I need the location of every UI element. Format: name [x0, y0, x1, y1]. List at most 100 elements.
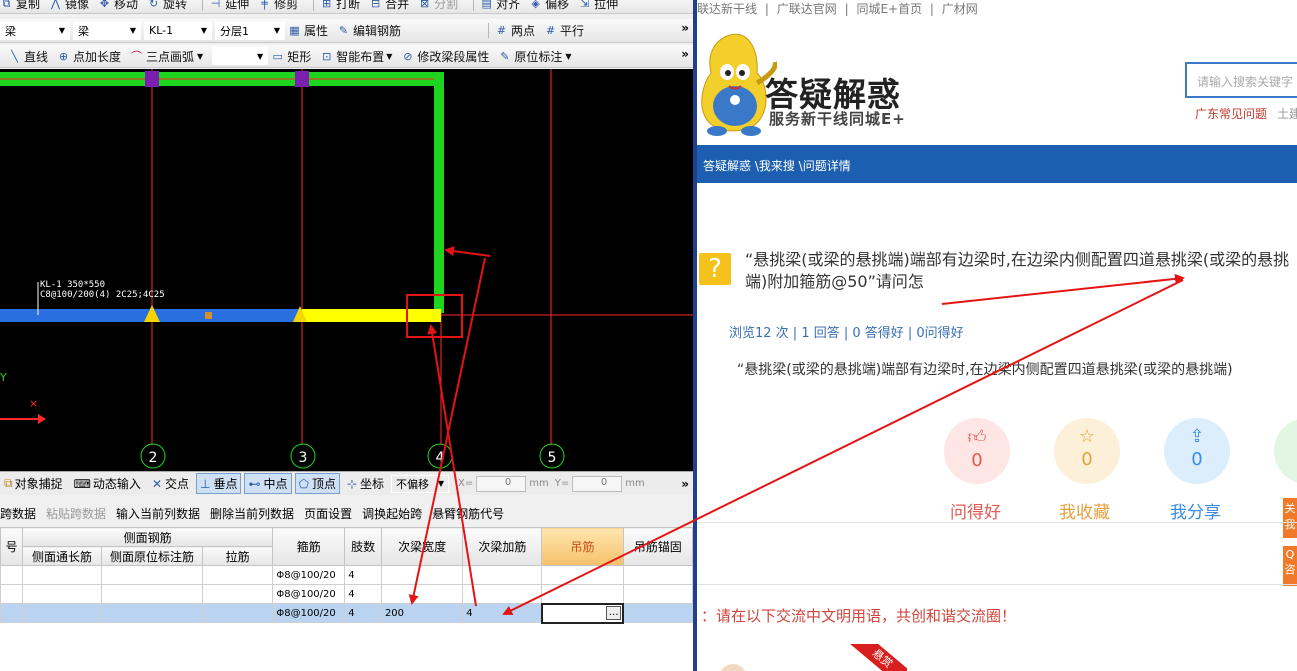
point-length-button[interactable]: ⊕ 点加长度	[57, 48, 121, 65]
breadcrumb[interactable]: 答疑解惑 \我来搜 \问题详情	[697, 145, 1297, 183]
col-header[interactable]: 侧面原位标注筋	[101, 546, 204, 566]
rect-button[interactable]: ▭ 矩形	[271, 48, 312, 65]
stirrup-cell[interactable]: Φ8@100/20	[272, 565, 346, 585]
overflow-icon[interactable]: »	[681, 477, 689, 491]
avatar[interactable]	[719, 664, 747, 671]
copy-button[interactable]: ⧉ 复制	[0, 0, 40, 12]
x-coordinate: X= 0 mm	[458, 475, 549, 492]
col-header-active[interactable]: 吊筋	[541, 527, 624, 566]
mirror-button[interactable]: ⋀ 镜像	[49, 0, 89, 12]
delete-column-button[interactable]: 删除当前列数据	[210, 505, 294, 522]
stirrup-cell[interactable]: Φ8@100/20	[272, 603, 346, 623]
intersection-button[interactable]: ✕ 交点	[148, 473, 193, 494]
paste-span-button[interactable]: 粘贴跨数据	[46, 505, 106, 522]
share-label[interactable]: 我分享	[1170, 498, 1221, 523]
cantilever-beam[interactable]	[302, 309, 441, 322]
arc-button[interactable]: ⌒ 三点画弧 ▼	[130, 48, 203, 65]
col-header[interactable]: 次梁加筋	[462, 527, 543, 566]
trim-button[interactable]: ╪ 修剪	[258, 0, 298, 12]
favorite-button[interactable]: ☆ 0	[1054, 418, 1120, 484]
span-data-button[interactable]: 跨数据	[0, 505, 36, 522]
like-label[interactable]: 问得好	[950, 498, 1001, 523]
line-button[interactable]: ╲ 直线	[8, 48, 48, 65]
object-snap-button[interactable]: ⧉ 对象捕捉	[0, 473, 67, 494]
smart-layout-button[interactable]: ⊡ 智能布置 ▼	[320, 48, 392, 65]
parallel-button[interactable]: # 平行	[544, 22, 584, 39]
nav-link[interactable]: 同城E+首页	[856, 2, 922, 16]
two-points-button[interactable]: # 两点	[495, 22, 535, 39]
midpoint-icon: ⊷	[248, 476, 261, 491]
type-select[interactable]: 梁 ▼	[73, 21, 141, 40]
share-button[interactable]: ⇪ 0	[1164, 418, 1230, 484]
search-input[interactable]: 请输入搜索关键字	[1185, 62, 1297, 98]
vertex-button[interactable]: ⬠ 顶点	[294, 473, 340, 494]
chevron-down-icon: ▼	[257, 51, 264, 61]
edit-rebar-button[interactable]: ✎ 编辑钢筋	[337, 22, 401, 39]
cantilever-code-button[interactable]: 悬臂钢筋代号	[432, 505, 504, 522]
col-header[interactable]: 拉筋	[202, 546, 274, 566]
merge-button[interactable]: ⊟ 合并	[369, 0, 409, 12]
side-consult-button[interactable]: Q咨	[1283, 546, 1297, 586]
swap-start-button[interactable]: 调换起始跨	[362, 505, 422, 522]
col-header[interactable]: 次梁宽度	[380, 527, 464, 566]
dynamic-input-button[interactable]: ⌨ 动态输入	[70, 473, 145, 494]
coordinate-button[interactable]: ⊹ 坐标	[343, 473, 388, 494]
nav-link[interactable]: 联达新干线	[697, 2, 757, 16]
offset-mode-select[interactable]: 不偏移 ▼	[391, 474, 450, 493]
element-select[interactable]: KL-1 ▼	[144, 21, 212, 40]
midpoint-button[interactable]: ⊷ 中点	[244, 473, 292, 494]
favorite-label[interactable]: 我收藏	[1059, 498, 1110, 523]
stirrup-cell[interactable]: Φ8@100/20	[272, 584, 346, 604]
align-button[interactable]: ▤ 对齐	[480, 0, 520, 12]
column-marker[interactable]	[295, 71, 309, 87]
secondary-width-cell[interactable]: 200	[380, 603, 464, 623]
arc-mode-select[interactable]: ▼	[212, 47, 269, 65]
x-input[interactable]: 0	[476, 475, 527, 492]
like-button[interactable]: 👍︎ 0	[944, 418, 1010, 484]
chevron-down-icon: ▼	[437, 479, 445, 488]
ellipsis-button[interactable]: …	[606, 605, 622, 620]
col-header[interactable]: 吊筋锚固	[622, 527, 693, 566]
category-select[interactable]: 梁 ▼	[0, 21, 70, 40]
input-column-button[interactable]: 输入当前列数据	[116, 505, 200, 522]
legs-cell[interactable]: 4	[344, 603, 382, 623]
more-action-button[interactable]	[1274, 418, 1297, 484]
legs-cell[interactable]: 4	[344, 565, 382, 585]
axis-label-5: 5	[548, 450, 557, 466]
split-button[interactable]: ⊠ 分割	[418, 0, 458, 12]
hanger-cell-editing[interactable]: …	[540, 602, 625, 624]
overflow-icon[interactable]: »	[681, 21, 689, 35]
rotate-button[interactable]: ↻ 旋转	[147, 0, 187, 12]
legs-cell[interactable]: 4	[344, 584, 382, 604]
move-button[interactable]: ✥ 移动	[98, 0, 138, 12]
table-row[interactable]: Φ8@100/20 4	[0, 584, 693, 604]
col-header[interactable]: 侧面通长筋	[21, 546, 103, 566]
modify-span-button[interactable]: ⊘ 修改梁段属性	[401, 48, 489, 65]
property-button[interactable]: ▦ 属性	[288, 22, 328, 39]
offset-button[interactable]: ◈ 偏移	[529, 0, 569, 12]
column-marker[interactable]	[145, 71, 159, 87]
overflow-icon[interactable]: »	[681, 47, 689, 61]
stretch-button[interactable]: ⇲ 拉伸	[578, 0, 618, 12]
secondary-add-cell[interactable]: 4	[462, 603, 543, 623]
perpendicular-button[interactable]: ⊥ 垂点	[196, 473, 242, 494]
break-button[interactable]: ⊞ 打断	[320, 0, 360, 12]
hot-link[interactable]: 土建	[1277, 107, 1297, 121]
hot-link[interactable]: 广东常见问题	[1195, 107, 1267, 121]
origin-mark-button[interactable]: ✎ 原位标注 ▼	[498, 48, 571, 65]
page-setup-button[interactable]: 页面设置	[304, 505, 352, 522]
nav-link[interactable]: 广材网	[942, 2, 978, 16]
drawing-canvas[interactable]: KL-1 350*550 C8@100/200(4) 2C25;4C25 Y ×…	[0, 69, 693, 471]
col-header[interactable]: 号	[0, 527, 23, 566]
extend-button[interactable]: ⊣ 延伸	[209, 0, 249, 12]
table-row[interactable]: Φ8@100/20 4	[0, 565, 693, 585]
table-row-selected[interactable]: Φ8@100/20 4 200 4 …	[0, 602, 693, 624]
nav-link[interactable]: 广联达官网	[777, 2, 837, 16]
layer-select[interactable]: 分层1 ▼	[215, 21, 285, 40]
col-header[interactable]: 肢数	[344, 527, 382, 566]
share-icon: ⇪	[1189, 426, 1205, 447]
side-float-button[interactable]: 关我	[1283, 498, 1297, 538]
y-input[interactable]: 0	[572, 475, 623, 492]
col-header[interactable]: 箍筋	[272, 527, 346, 566]
side-beam[interactable]	[434, 72, 444, 313]
